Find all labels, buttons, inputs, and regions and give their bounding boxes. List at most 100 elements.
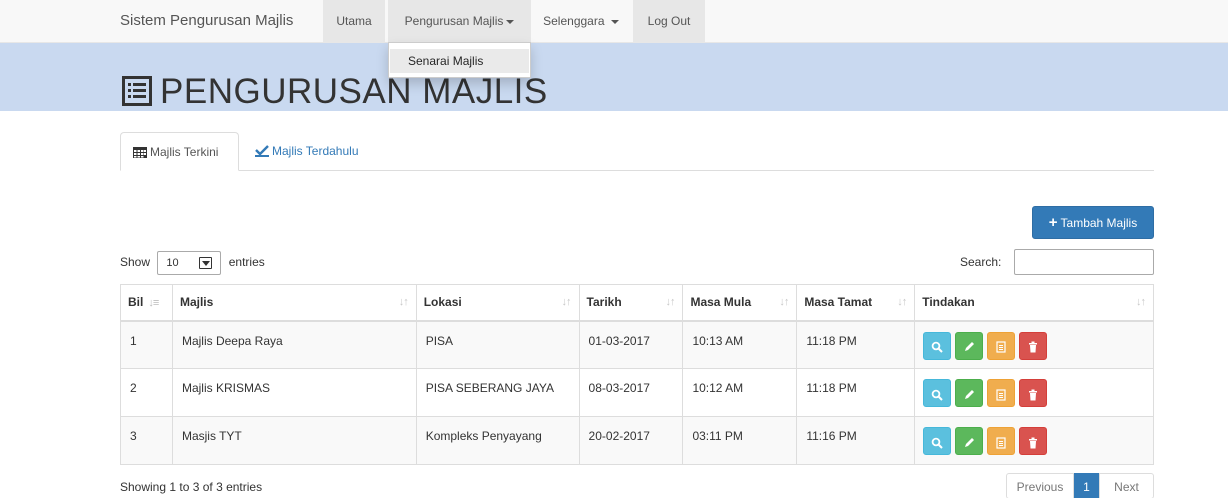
calendar-icon: [133, 147, 147, 158]
sort-icon: ↓↑: [398, 296, 409, 308]
column-header-bil[interactable]: Bil ↓≡: [120, 284, 173, 322]
sort-icon: ↓↑: [665, 296, 675, 308]
page-title: PENGURUSAN MAJLIS: [160, 72, 548, 111]
tab-label: Majlis Terdahulu: [272, 144, 359, 158]
cell-tamat: 11:16 PM: [796, 416, 916, 465]
search-icon: [931, 387, 943, 401]
tab-label: Majlis Terkini: [150, 145, 219, 159]
cell-majlis: Majlis KRISMAS: [171, 368, 417, 417]
tab-majlis-terkini[interactable]: Majlis Terkini: [120, 132, 239, 171]
sort-icon: ↓↑: [1136, 296, 1146, 308]
entries-length-select[interactable]: 10: [157, 250, 222, 275]
table-row: 1 Majlis Deepa Raya PISA 01-03-2017 10:13 AM…: [120, 320, 1154, 369]
show-label: Show: [120, 255, 151, 269]
sort-icon: ↓↑: [779, 296, 789, 308]
nav-item-label: Selenggara: [543, 14, 605, 28]
table-info: Showing 1 to 3 of 3 entries: [120, 480, 263, 494]
cell-tindakan: [914, 320, 1154, 369]
column-header-masa-tamat[interactable]: Masa Tamat ↓↑: [796, 284, 916, 322]
search-input[interactable]: [1014, 249, 1154, 275]
entries-label: entries: [228, 255, 265, 269]
search-icon: [931, 340, 943, 354]
view-button[interactable]: [923, 331, 952, 360]
cell-tarikh: 01-03-2017: [578, 320, 684, 369]
cell-bil: 1: [120, 320, 173, 369]
nav-item-label: Utama: [336, 14, 372, 28]
detail-button[interactable]: [987, 427, 1016, 455]
trash-icon: [1027, 435, 1039, 449]
delete-button[interactable]: [1019, 427, 1048, 455]
cell-tindakan: [914, 368, 1154, 417]
detail-button[interactable]: [987, 379, 1016, 407]
nav-item-label: Pengurusan Majlis: [404, 14, 504, 28]
edit-button[interactable]: [955, 427, 984, 455]
pencil-icon: [963, 435, 975, 449]
entries-length-value: 10: [166, 256, 179, 269]
nav-item-selenggara[interactable]: Selenggara: [531, 0, 631, 42]
view-button[interactable]: [923, 379, 952, 407]
cell-tarikh: 20-02-2017: [578, 416, 684, 465]
delete-button[interactable]: [1019, 331, 1048, 360]
cell-tindakan: [914, 416, 1154, 465]
caret-down-icon: [506, 19, 515, 24]
previous-page-button[interactable]: Previous: [1006, 473, 1074, 498]
cell-tarikh: 08-03-2017: [578, 368, 684, 417]
column-header-label: Tindakan: [922, 295, 975, 310]
view-button[interactable]: [923, 427, 952, 455]
trash-icon: [1027, 340, 1039, 354]
column-header-lokasi[interactable]: Lokasi ↓↑: [415, 284, 580, 322]
detail-button[interactable]: [987, 331, 1016, 360]
majlis-table: Bil ↓≡ Majlis ↓↑ Lokasi ↓↑ Tarikh ↓↑ Masa Mu…: [120, 284, 1154, 465]
cell-mula: 10:12 AM: [682, 368, 798, 417]
page-header: PENGURUSAN MAJLIS: [0, 43, 1228, 111]
column-header-label: Tarikh: [586, 295, 622, 310]
cell-mula: 03:11 PM: [682, 416, 798, 465]
tab-majlis-terdahulu[interactable]: Majlis Terdahulu: [243, 132, 373, 171]
navbar-brand[interactable]: Sistem Pengurusan Majlis: [120, 0, 293, 43]
delete-button[interactable]: [1019, 379, 1048, 407]
cell-lokasi: PISA SEBERANG JAYA: [415, 368, 580, 417]
column-header-label: Masa Mula: [690, 295, 752, 310]
entries-length-control: Show 10 entries: [120, 250, 265, 275]
table-row: 3 Masjis TYT Kompleks Penyayang 20-02-2017 0…: [120, 416, 1154, 465]
edit-button[interactable]: [955, 379, 984, 407]
pengurusan-dropdown-menu: Senarai Majlis: [388, 42, 531, 78]
plus-icon: +: [1048, 214, 1058, 231]
cell-tamat: 11:18 PM: [796, 368, 916, 417]
cell-mula: 10:13 AM: [682, 320, 798, 369]
next-page-button[interactable]: Next: [1099, 473, 1154, 498]
document-icon: [995, 435, 1007, 449]
search-label: Search:: [960, 255, 1002, 269]
column-header-masa-mula[interactable]: Masa Mula ↓↑: [682, 284, 798, 322]
cell-lokasi: PISA: [415, 320, 580, 369]
chevron-down-icon: [199, 256, 213, 269]
page-1-button[interactable]: 1: [1074, 473, 1099, 498]
cell-lokasi: Kompleks Penyayang: [415, 416, 580, 465]
cell-majlis: Masjis TYT: [171, 416, 417, 465]
table-row: 2 Majlis KRISMAS PISA SEBERANG JAYA 08-03-2…: [120, 368, 1154, 417]
sort-icon: ↓↑: [897, 296, 907, 308]
nav-item-utama[interactable]: Utama: [323, 0, 385, 42]
column-header-tindakan[interactable]: Tindakan ↓↑: [914, 284, 1154, 322]
caret-down-icon: [610, 19, 619, 24]
trash-icon: [1027, 387, 1039, 401]
cell-majlis: Majlis Deepa Raya: [171, 320, 417, 369]
top-navbar: Sistem Pengurusan Majlis Utama Pengurusa…: [0, 0, 1228, 43]
nav-item-pengurusan-majlis[interactable]: Pengurusan Majlis: [388, 0, 531, 42]
tambah-majlis-button[interactable]: + Tambah Majlis: [1032, 206, 1154, 239]
tab-bar: Majlis Terkini Majlis Terdahulu: [120, 132, 1154, 171]
document-icon: [995, 387, 1007, 401]
column-header-label: Masa Tamat: [804, 295, 873, 310]
edit-button[interactable]: [955, 331, 984, 360]
column-header-tarikh[interactable]: Tarikh ↓↑: [578, 284, 684, 322]
column-header-majlis[interactable]: Majlis ↓↑: [171, 284, 417, 322]
dropdown-item-senarai-majlis[interactable]: Senarai Majlis: [390, 49, 529, 73]
sort-icon: ↓↑: [561, 296, 572, 308]
cell-tamat: 11:18 PM: [796, 320, 916, 369]
search-icon: [931, 435, 943, 449]
column-header-label: Majlis: [179, 295, 214, 310]
pencil-icon: [963, 340, 975, 354]
sort-asc-icon: ↓≡: [148, 297, 159, 310]
nav-item-log-out[interactable]: Log Out: [633, 0, 705, 42]
nav-item-label: Log Out: [647, 14, 691, 28]
